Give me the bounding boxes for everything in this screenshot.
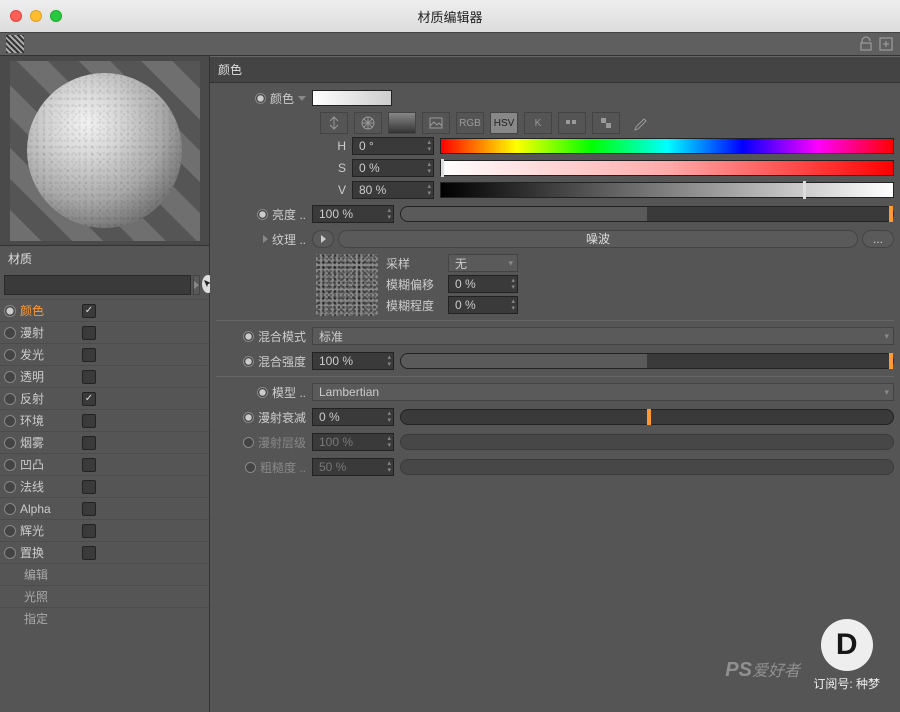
material-section-label: 材质 [0,246,209,271]
left-panel: 材质 颜色✓ 漫射 发光 透明 反射✓ 环境 烟雾 凹凸 法线 Alpha 辉光… [0,56,210,712]
roughness-input: 50 % [312,458,394,476]
v-value-input[interactable]: 80 % [352,181,434,199]
watermark-text: 订阅号: 种梦 [813,675,880,692]
channel-list: 颜色✓ 漫射 发光 透明 反射✓ 环境 烟雾 凹凸 法线 Alpha 辉光 置换… [0,299,209,712]
eyedropper-icon[interactable] [626,112,654,134]
roughness-slider [400,459,894,475]
blur-offset-label: 模糊偏移 [386,276,442,293]
hue-slider[interactable] [440,138,894,154]
color-swatch[interactable] [312,90,392,106]
sub-illumination[interactable]: 光照 [0,585,209,607]
channel-fog[interactable]: 烟雾 [0,431,209,453]
material-swatch-icon[interactable] [6,35,24,53]
channel-displacement[interactable]: 置换 [0,541,209,563]
color-label: 颜色 [216,90,306,107]
channel-glow[interactable]: 辉光 [0,519,209,541]
model-label: 模型 .. [216,384,306,401]
triangle-right-icon [194,281,199,289]
channel-reflection[interactable]: 反射✓ [0,387,209,409]
material-preview[interactable] [0,56,209,246]
search-dropdown-button[interactable] [193,275,200,295]
h-value-input[interactable]: 0 ° [352,137,434,155]
watermark: D 订阅号: 种梦 [813,619,880,692]
model-dropdown[interactable]: Lambertian [312,383,894,401]
blend-strength-input[interactable]: 100 % [312,352,394,370]
blur-offset-input[interactable]: 0 % [448,275,518,293]
channel-alpha[interactable]: Alpha [0,497,209,519]
channel-luminance[interactable]: 发光 [0,343,209,365]
mode-image-icon[interactable] [422,112,450,134]
diffuse-level-label: 漫射层级 [216,434,306,451]
color-group-header: 颜色 [210,56,900,83]
s-label: S [316,161,346,175]
channel-environment[interactable]: 环境 [0,409,209,431]
main-toolbar [0,32,900,56]
diffuse-falloff-slider[interactable] [400,409,894,425]
triangle-right-icon[interactable] [263,235,268,243]
minimize-window-button[interactable] [30,10,42,22]
saturation-slider[interactable] [440,160,894,176]
diffuse-falloff-input[interactable]: 0 % [312,408,394,426]
diffuse-falloff-label: 漫射衰减 [216,409,306,426]
brightness-input[interactable]: 100 % [312,205,394,223]
material-search-input[interactable] [4,275,191,295]
blend-mode-label: 混合模式 [216,328,306,345]
mode-rgb-button[interactable]: RGB [456,112,484,134]
sample-dropdown[interactable]: 无 [448,254,518,272]
preview-sphere [27,73,182,228]
close-window-button[interactable] [10,10,22,22]
blur-scale-label: 模糊程度 [386,297,442,314]
titlebar: 材质编辑器 [0,0,900,32]
maximize-window-button[interactable] [50,10,62,22]
sub-assign[interactable]: 指定 [0,607,209,629]
chevron-down-icon[interactable] [298,96,306,101]
brightness-slider[interactable] [400,206,894,222]
add-material-icon[interactable] [878,36,894,52]
window-title: 材质编辑器 [417,7,482,26]
brightness-label: 亮度 .. [216,206,306,223]
texture-expand-button[interactable] [312,230,334,248]
value-slider[interactable] [440,182,894,198]
diffuse-level-input: 100 % [312,433,394,451]
blend-mode-dropdown[interactable]: 标准 [312,327,894,345]
watermark-logo-icon: D [821,619,873,671]
mode-swatches-icon[interactable] [558,112,586,134]
watermark-ps: PS爱好者 [725,657,800,682]
sample-label: 采样 [386,255,442,272]
mode-k-button[interactable]: K [524,112,552,134]
channel-diffuse[interactable]: 漫射 [0,321,209,343]
window-controls [10,10,62,22]
checkbox-icon[interactable]: ✓ [82,304,96,318]
channel-bump[interactable]: 凹凸 [0,453,209,475]
texture-name-field[interactable]: 噪波 [338,230,858,248]
channel-transparency[interactable]: 透明 [0,365,209,387]
diffuse-level-slider [400,434,894,450]
h-label: H [316,139,346,153]
mode-hsv-button[interactable]: HSV [490,112,518,134]
mode-wheel-icon[interactable] [354,112,382,134]
channel-normal[interactable]: 法线 [0,475,209,497]
mode-checker-icon[interactable] [592,112,620,134]
blur-scale-input[interactable]: 0 % [448,296,518,314]
lock-icon[interactable] [858,36,874,52]
s-value-input[interactable]: 0 % [352,159,434,177]
mode-arrows-icon[interactable] [320,112,348,134]
texture-more-button[interactable]: ... [862,230,894,248]
blend-strength-slider[interactable] [400,353,894,369]
right-panel: 颜色 颜色 RGB HSV K [210,56,900,712]
v-label: V [316,183,346,197]
roughness-label: 粗糙度 .. [216,459,306,476]
texture-thumbnail[interactable] [316,254,378,316]
mode-gradient-icon[interactable] [388,112,416,134]
channel-color[interactable]: 颜色✓ [0,299,209,321]
texture-label: 纹理 .. [216,231,306,248]
blend-strength-label: 混合强度 [216,353,306,370]
sub-edit[interactable]: 编辑 [0,563,209,585]
